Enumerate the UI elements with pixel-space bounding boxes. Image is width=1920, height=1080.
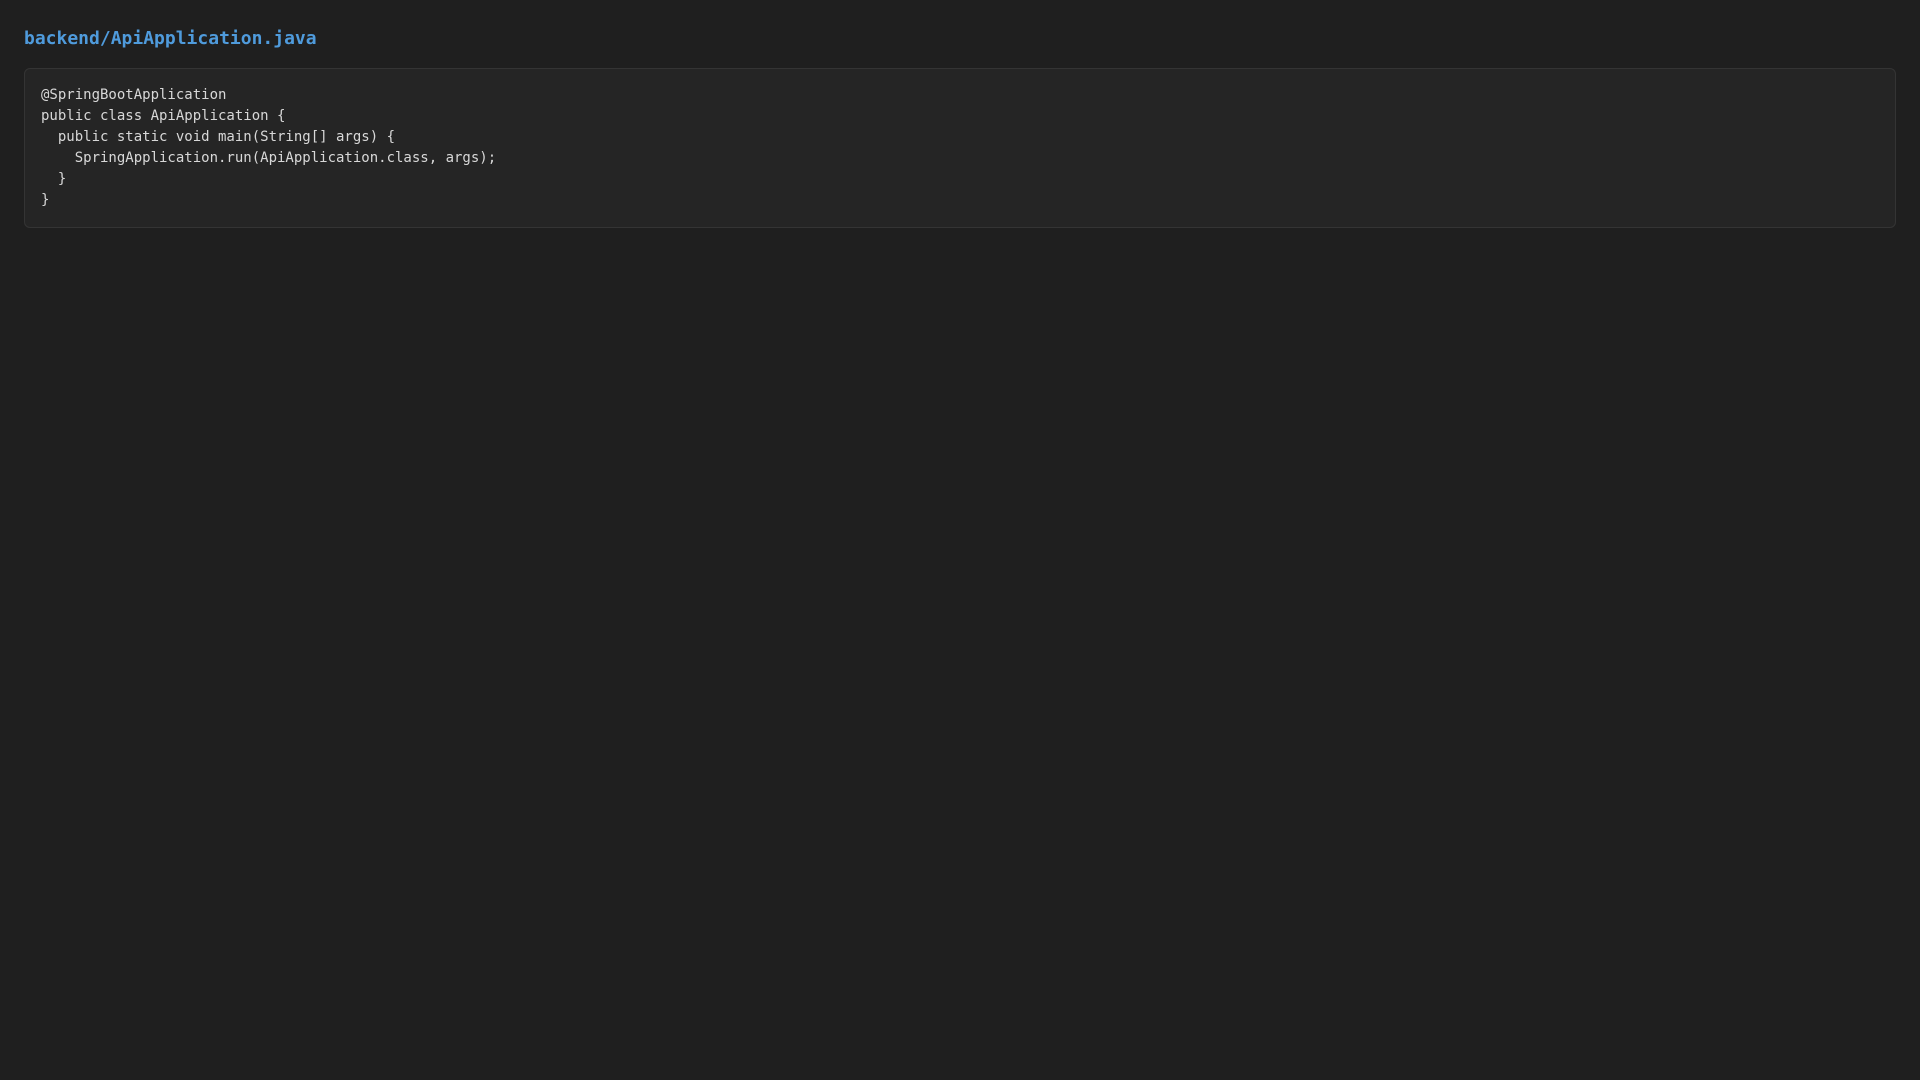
code-line: } bbox=[41, 171, 67, 187]
file-title: backend/ApiApplication.java bbox=[24, 28, 317, 49]
code-line: public static void main(String[] args) { bbox=[41, 129, 396, 145]
code-line: } bbox=[41, 192, 50, 208]
code-block: @SpringBootApplication public class ApiA… bbox=[24, 68, 1896, 228]
code-line: @SpringBootApplication bbox=[41, 87, 227, 103]
code-line: SpringApplication.run(ApiApplication.cla… bbox=[41, 150, 497, 166]
page: backend/ApiApplication.java @SpringBootA… bbox=[0, 0, 1920, 1080]
code-line: public class ApiApplication { bbox=[41, 108, 286, 124]
